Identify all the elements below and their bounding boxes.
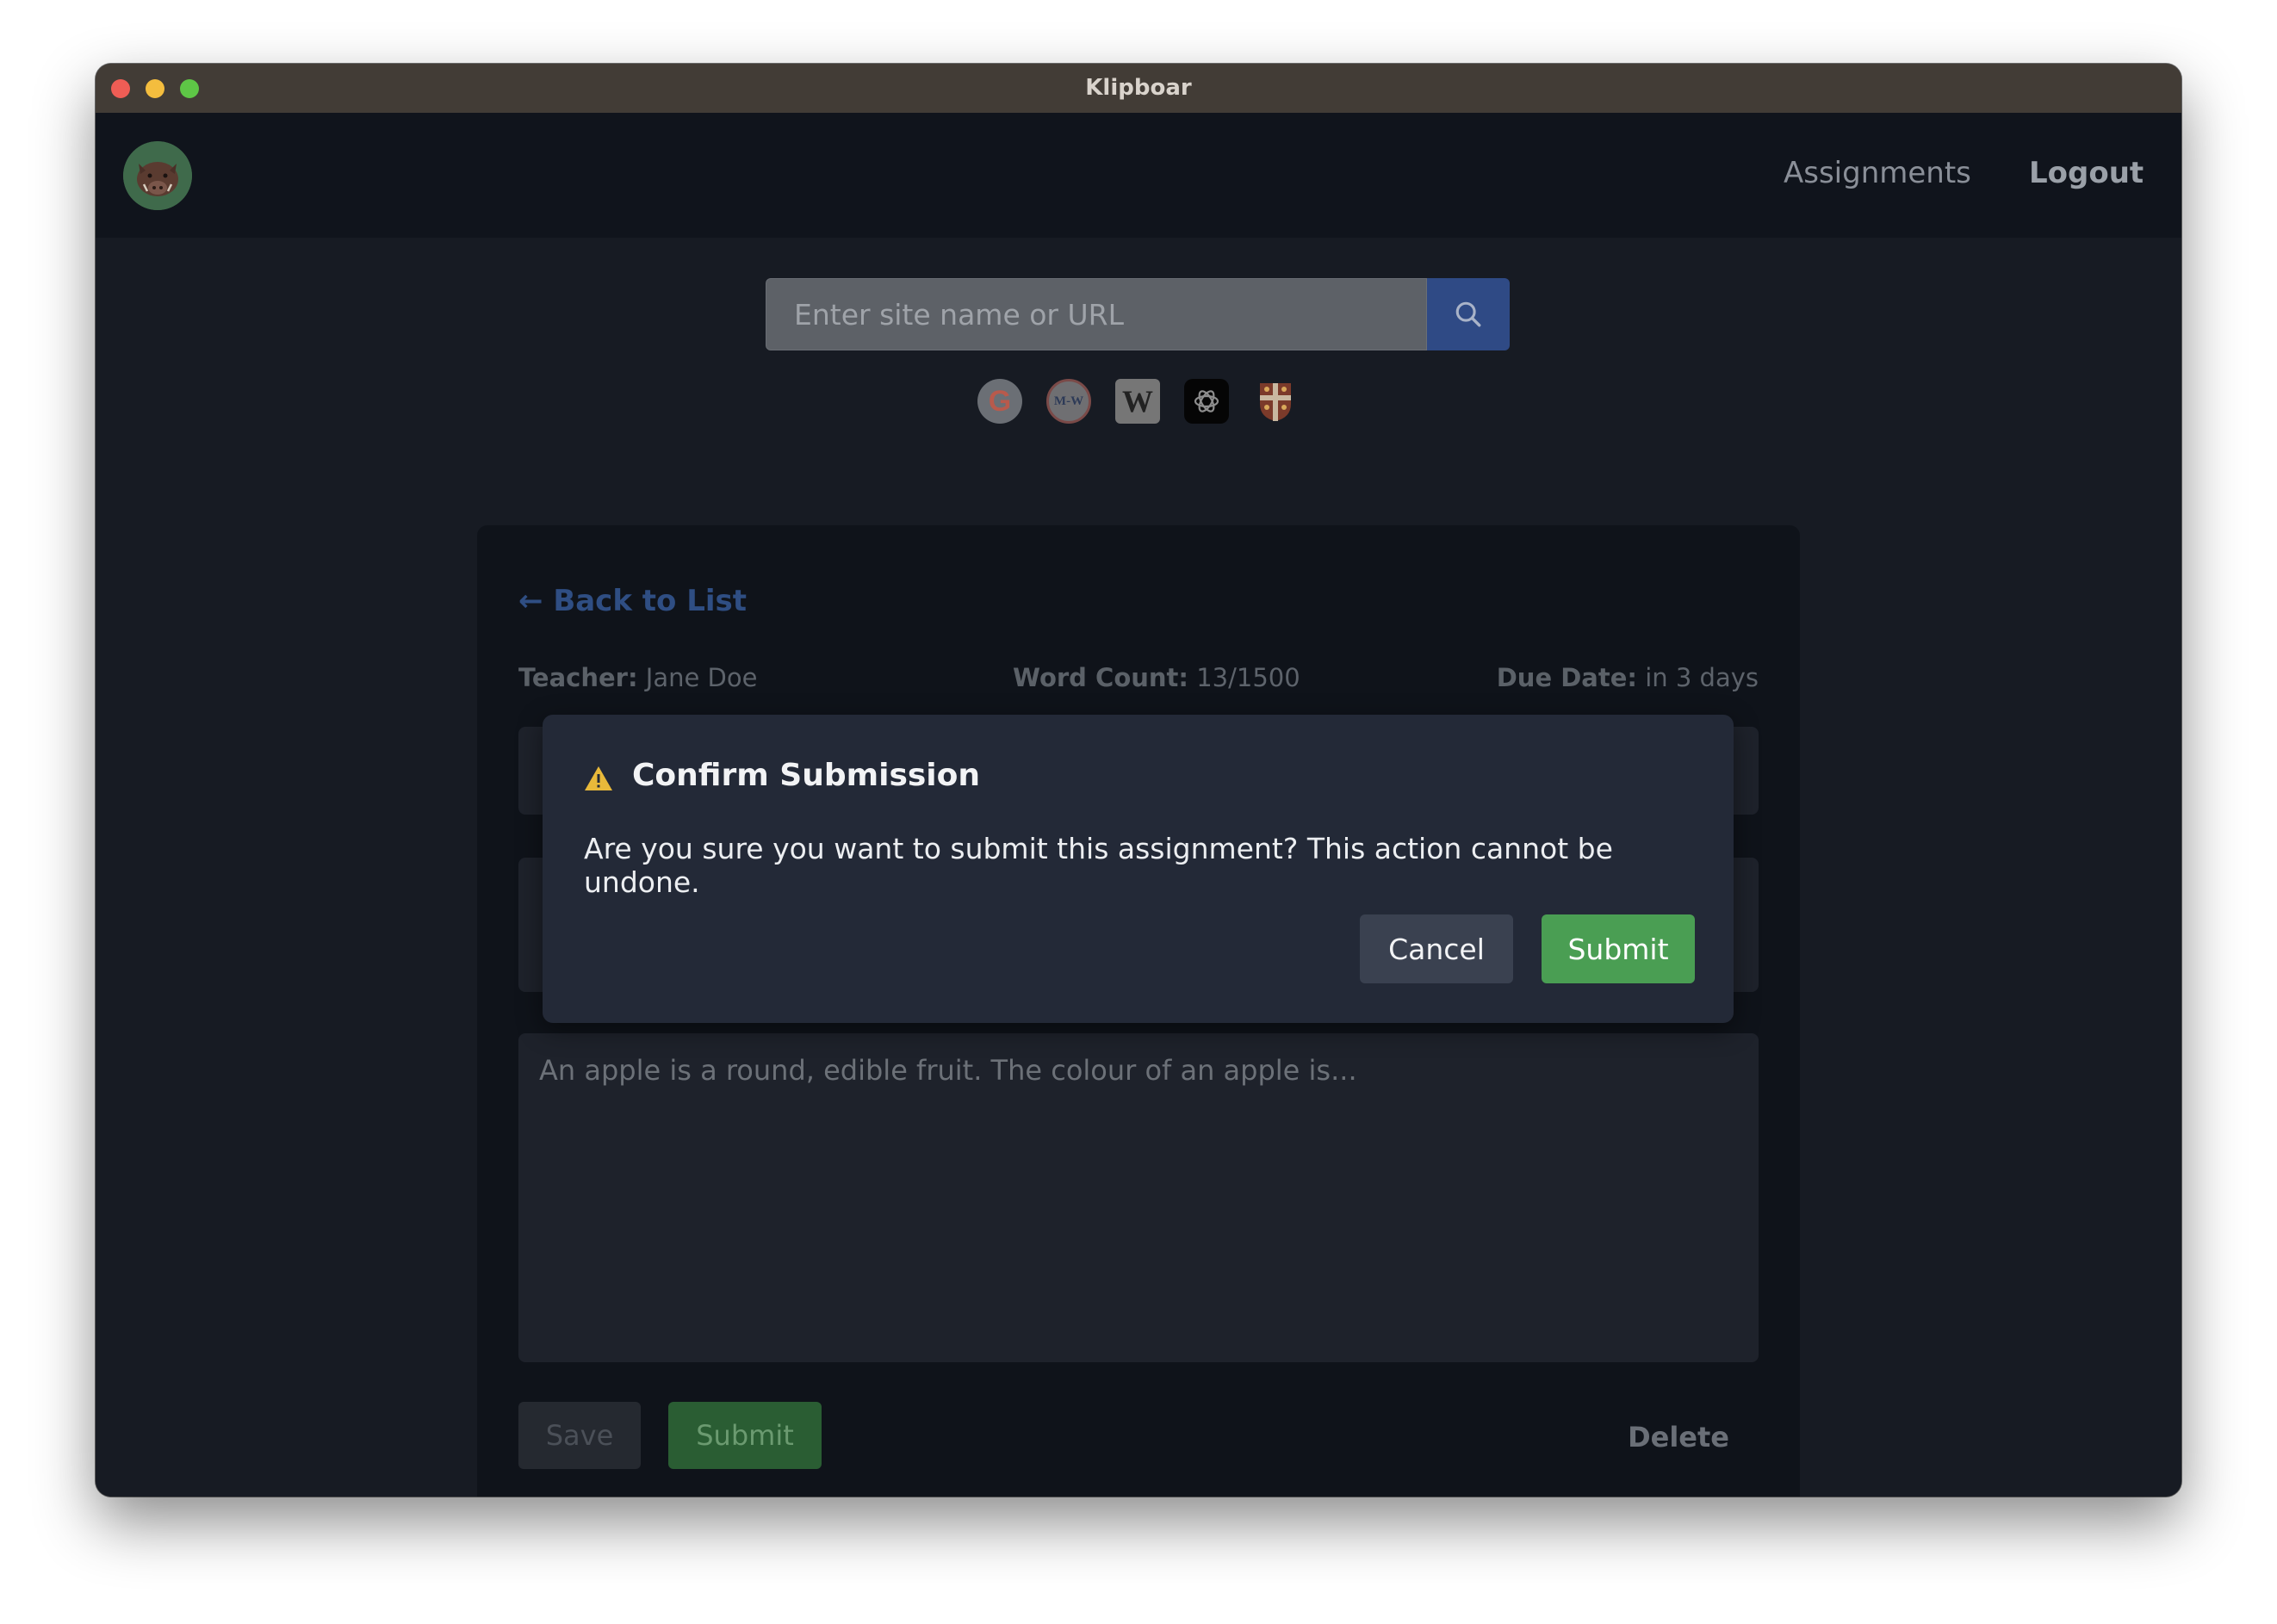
merriam-webster-icon[interactable]: M-W [1046, 379, 1091, 424]
teacher-value: Jane Doe [645, 663, 758, 692]
word-count-label: Word Count: [1013, 663, 1188, 692]
dialog-title: Confirm Submission [632, 758, 980, 793]
due-date-label: Due Date: [1496, 663, 1637, 692]
site-search-input[interactable] [766, 278, 1427, 350]
site-shortcuts: G M-W W [977, 379, 1298, 425]
search-button[interactable] [1427, 278, 1510, 350]
window-title: Klipboar [1085, 75, 1192, 101]
dialog-submit-button[interactable]: Submit [1542, 914, 1695, 983]
save-button[interactable]: Save [518, 1402, 641, 1469]
google-icon[interactable]: G [977, 379, 1022, 424]
due-date-info: Due Date: in 3 days [1497, 663, 1759, 692]
delete-button[interactable]: Delete [1628, 1421, 1729, 1454]
search-icon [1455, 301, 1481, 327]
title-bar: Klipboar [96, 64, 2181, 114]
teacher-label: Teacher: [518, 663, 638, 692]
warning-icon [585, 766, 612, 790]
nav-logout-link[interactable]: Logout [2029, 156, 2144, 190]
app-window: Klipboar Assignments Logout Enter site n… [96, 64, 2181, 1497]
word-count-value: 13/1500 [1196, 663, 1300, 692]
teacher-info: Teacher: Jane Doe [518, 663, 757, 692]
due-date-value: in 3 days [1645, 663, 1759, 692]
dialog-cancel-button[interactable]: Cancel [1360, 914, 1513, 983]
submit-button[interactable]: Submit [668, 1402, 822, 1469]
wikipedia-icon[interactable]: W [1115, 379, 1160, 424]
site-search-bar [766, 278, 1510, 350]
back-to-list-link[interactable]: ← Back to List [518, 584, 747, 618]
dialog-message: Are you sure you want to submit this ass… [584, 832, 1613, 899]
top-navbar: Assignments Logout [96, 113, 2181, 238]
cambridge-icon[interactable] [1253, 379, 1298, 424]
confirm-submission-dialog: Confirm Submission Are you sure you want… [543, 715, 1734, 1023]
boar-logo-icon[interactable] [123, 141, 192, 210]
essay-textarea[interactable]: An apple is a round, edible fruit. The c… [518, 1033, 1759, 1362]
main-content: G M-W W [96, 238, 2181, 1497]
nav-assignments-link[interactable]: Assignments [1784, 156, 1971, 190]
chatgpt-icon[interactable] [1184, 379, 1229, 424]
word-count-info: Word Count: 13/1500 [1013, 663, 1300, 692]
